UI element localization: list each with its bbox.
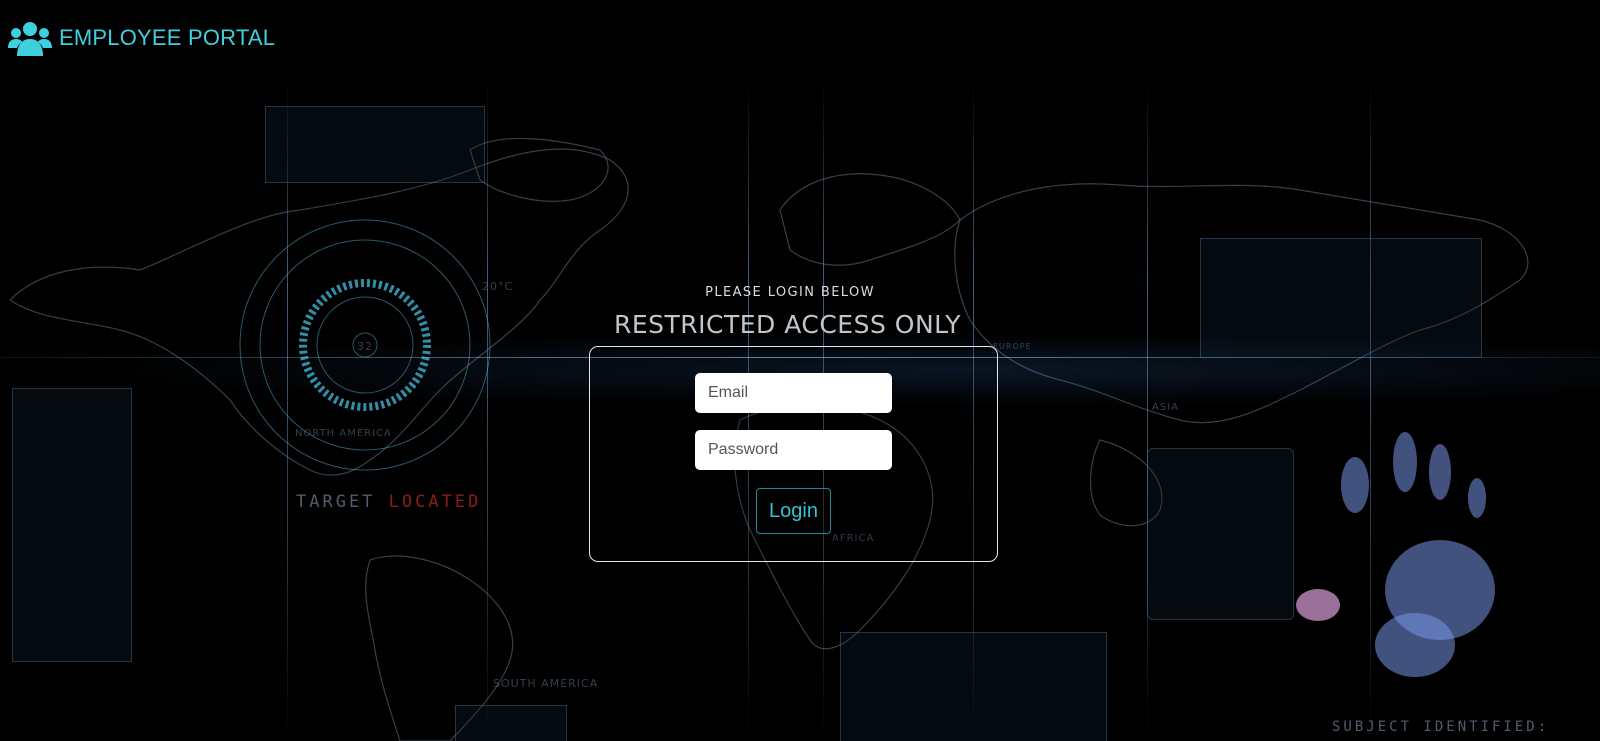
login-form: Login (589, 346, 998, 562)
hud-dial-value: 32 (357, 340, 373, 353)
login-subtitle: PLEASE LOGIN BELOW (705, 285, 875, 300)
brand-title: EMPLOYEE PORTAL (59, 25, 276, 50)
map-label-asia: ASIA (1152, 402, 1179, 413)
map-label-north-america: NORTH AMERICA (295, 428, 392, 439)
password-input[interactable] (695, 430, 892, 470)
hud-target-status: LOCATED (388, 492, 482, 512)
login-title: RESTRICTED ACCESS ONLY (613, 310, 962, 339)
users-icon (8, 18, 52, 58)
login-button[interactable]: Login (756, 488, 831, 534)
hud-target-prefix: TARGET (296, 492, 376, 512)
email-input[interactable] (695, 373, 892, 413)
hud-subject-text: SUBJECT IDENTIFIED: (1332, 719, 1550, 735)
top-header: EMPLOYEE PORTAL (0, 0, 1600, 70)
brand-link[interactable]: EMPLOYEE PORTAL (8, 18, 275, 58)
map-label-europe: EUROPE (993, 342, 1032, 351)
hud-target-text: TARGET LOCATED (296, 492, 481, 512)
map-label-south-america: SOUTH AMERICA (493, 677, 599, 690)
